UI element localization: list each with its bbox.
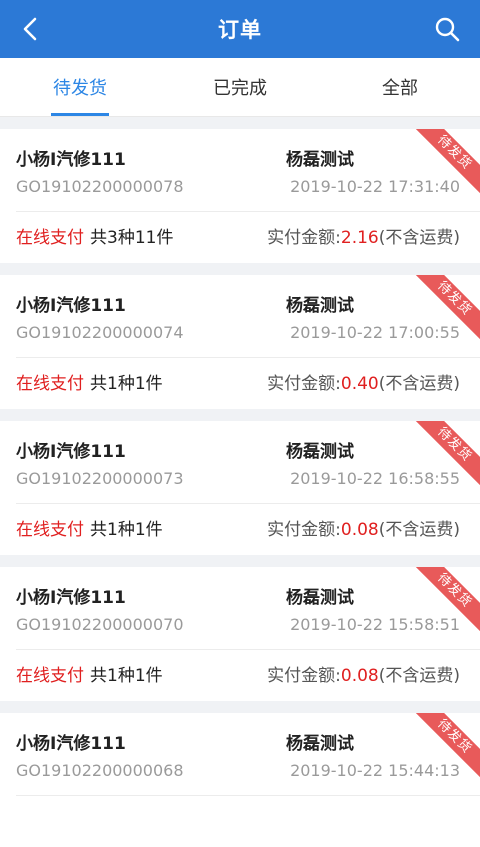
- divider: [16, 357, 480, 358]
- item-count: 共1种1件: [90, 374, 163, 394]
- amount-value: 0.40: [340, 374, 379, 394]
- order-card[interactable]: 待发货 小杨I汽修111 杨磊测试 GO19102200000068 2019-…: [0, 713, 480, 847]
- payment-method: 在线支付: [16, 374, 84, 394]
- order-number: GO19102200000078: [16, 177, 184, 196]
- order-tabs: 待发货 已完成 全部: [0, 58, 480, 117]
- order-time: 2019-10-22 17:00:55: [290, 323, 460, 342]
- tab-pending-shipment[interactable]: 待发货: [0, 58, 160, 116]
- payment-method: 在线支付: [16, 520, 84, 540]
- shop-name: 小杨I汽修111: [16, 296, 126, 316]
- amount-label: 实付金额:: [267, 228, 341, 248]
- order-card[interactable]: 待发货 小杨I汽修111 杨磊测试 GO19102200000070 2019-…: [0, 567, 480, 701]
- order-time: 2019-10-22 15:44:13: [290, 761, 460, 780]
- order-list: 待发货 小杨I汽修111 杨磊测试 GO19102200000078 2019-…: [0, 117, 480, 847]
- buyer-name: 杨磊测试: [286, 296, 354, 316]
- item-count: 共1种1件: [90, 666, 163, 686]
- divider: [16, 211, 480, 212]
- page-title: 订单: [218, 18, 262, 42]
- tab-all[interactable]: 全部: [320, 58, 480, 116]
- shipping-note: (不含运费): [378, 520, 460, 540]
- amount-value: 0.08: [340, 666, 379, 686]
- order-number: GO19102200000070: [16, 615, 184, 634]
- buyer-name: 杨磊测试: [286, 588, 354, 608]
- divider: [16, 649, 480, 650]
- buyer-name: 杨磊测试: [286, 734, 354, 754]
- tab-completed[interactable]: 已完成: [160, 58, 320, 116]
- shop-name: 小杨I汽修111: [16, 150, 126, 170]
- payment-method: 在线支付: [16, 666, 84, 686]
- amount-label: 实付金额:: [267, 666, 341, 686]
- buyer-name: 杨磊测试: [286, 150, 354, 170]
- divider: [16, 503, 480, 504]
- shop-name: 小杨I汽修111: [16, 588, 126, 608]
- shop-name: 小杨I汽修111: [16, 734, 126, 754]
- shipping-note: (不含运费): [378, 374, 460, 394]
- divider: [16, 795, 480, 796]
- order-time: 2019-10-22 15:58:51: [290, 615, 460, 634]
- payment-method: 在线支付: [16, 228, 84, 248]
- item-count: 共3种11件: [90, 228, 174, 248]
- order-number: GO19102200000073: [16, 469, 184, 488]
- order-time: 2019-10-22 17:31:40: [290, 177, 460, 196]
- order-number: GO19102200000068: [16, 761, 184, 780]
- buyer-name: 杨磊测试: [286, 442, 354, 462]
- order-time: 2019-10-22 16:58:55: [290, 469, 460, 488]
- shop-name: 小杨I汽修111: [16, 442, 126, 462]
- shipping-note: (不含运费): [378, 666, 460, 686]
- amount-value: 0.08: [340, 520, 379, 540]
- chevron-left-icon[interactable]: [18, 15, 44, 43]
- search-icon[interactable]: [434, 16, 460, 42]
- item-count: 共1种1件: [90, 520, 163, 540]
- amount-label: 实付金额:: [267, 374, 341, 394]
- shipping-note: (不含运费): [378, 228, 460, 248]
- order-number: GO19102200000074: [16, 323, 184, 342]
- order-card[interactable]: 待发货 小杨I汽修111 杨磊测试 GO19102200000074 2019-…: [0, 275, 480, 409]
- amount-value: 2.16: [340, 228, 379, 248]
- order-card[interactable]: 待发货 小杨I汽修111 杨磊测试 GO19102200000078 2019-…: [0, 129, 480, 263]
- order-card[interactable]: 待发货 小杨I汽修111 杨磊测试 GO19102200000073 2019-…: [0, 421, 480, 555]
- top-app-bar: 订单: [0, 0, 480, 58]
- amount-label: 实付金额:: [267, 520, 341, 540]
